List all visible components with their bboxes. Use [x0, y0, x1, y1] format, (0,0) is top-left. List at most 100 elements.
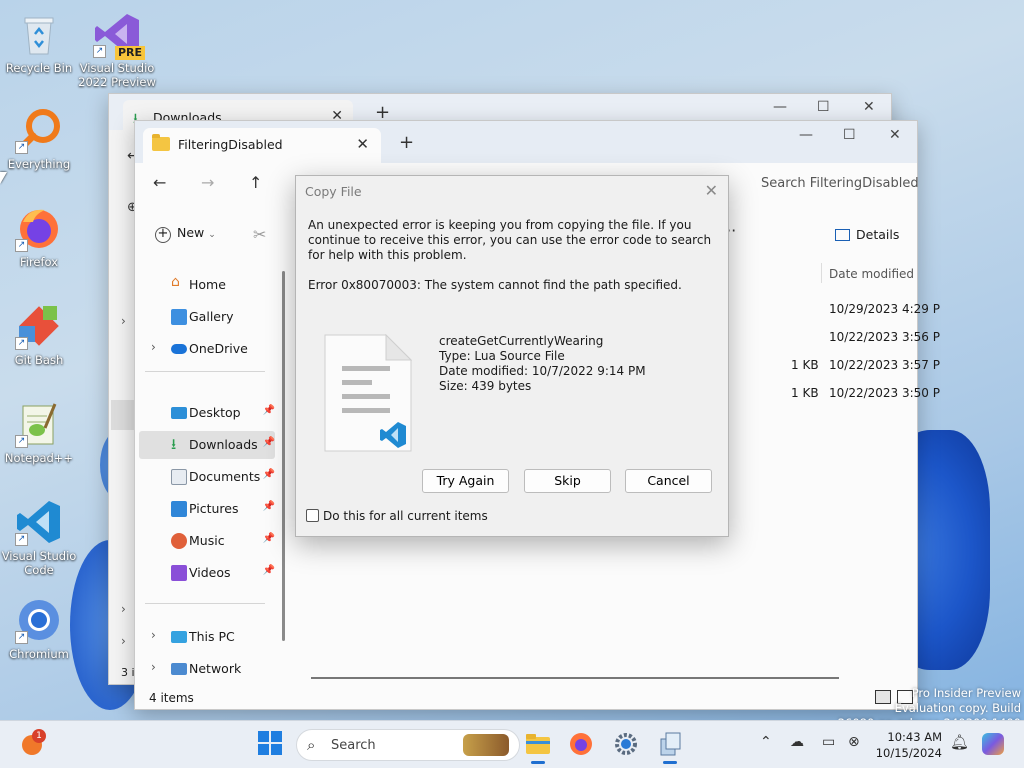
dialog-close-icon[interactable]: ✕	[705, 181, 718, 200]
forward-arrow-icon[interactable]: →	[201, 173, 214, 192]
taskbar-search-box[interactable]: ⌕ Search	[296, 729, 520, 761]
chevron-right-icon[interactable]: ›	[151, 660, 156, 674]
details-label: Details	[856, 227, 900, 242]
status-item-count: 3 i	[121, 666, 135, 679]
chevron-right-icon[interactable]: ›	[151, 340, 156, 354]
checkbox-box[interactable]	[306, 509, 319, 522]
desktop-icon-visual-studio-preview[interactable]: PRE ↗ Visual Studio 2022 Preview	[78, 10, 156, 89]
sidebar-item-downloads[interactable]: ⭳ Downloads 📌	[139, 431, 275, 459]
pin-icon[interactable]: 📌	[263, 437, 275, 448]
firefox-icon: ↗	[15, 204, 63, 252]
videos-icon	[171, 565, 187, 581]
pictures-icon	[171, 501, 187, 517]
pin-icon[interactable]: 📌	[263, 405, 275, 416]
minimize-button[interactable]: —	[799, 127, 813, 143]
horizontal-scrollbar[interactable]	[311, 677, 839, 679]
active-indicator	[663, 761, 677, 764]
desktop-icon-git-bash[interactable]: ↗ Git Bash	[0, 302, 78, 367]
firefox-taskbar-icon[interactable]	[568, 731, 594, 757]
clock-time: 10:43 AM	[887, 730, 942, 744]
column-header-date-modified[interactable]: Date modified	[829, 267, 914, 281]
sidebar-item-this-pc[interactable]: › This PC	[139, 623, 275, 651]
sidebar-item-label: Downloads	[189, 437, 258, 452]
sidebar-item-music[interactable]: Music 📌	[139, 527, 275, 555]
sidebar-item-label: This PC	[189, 629, 235, 644]
desktop-icon-everything[interactable]: ↗ Everything	[0, 106, 78, 171]
cancel-button[interactable]: Cancel	[625, 469, 712, 493]
sidebar-item-desktop[interactable]: Desktop 📌	[139, 399, 275, 427]
pin-icon[interactable]: 📌	[263, 565, 275, 576]
desktop-icon-firefox[interactable]: ↗ Firefox	[0, 204, 78, 269]
mouse-cursor-icon	[0, 172, 7, 184]
gallery-icon	[171, 309, 187, 325]
cloud-offline-icon[interactable]: ☁	[790, 734, 804, 750]
file-copy-taskbar-icon[interactable]	[657, 731, 683, 764]
copilot-icon[interactable]	[982, 733, 1004, 755]
chevron-right-icon[interactable]: ›	[121, 602, 126, 616]
sidebar-item-videos[interactable]: Videos 📌	[139, 559, 275, 587]
desktop-icon-recycle-bin[interactable]: Recycle Bin	[0, 10, 78, 75]
git-bash-icon: ↗	[15, 302, 63, 350]
up-arrow-icon[interactable]: ↑	[249, 173, 262, 192]
skip-button[interactable]: Skip	[524, 469, 611, 493]
search-input[interactable]: Search FilteringDisabled	[761, 176, 919, 191]
chevron-right-icon[interactable]: ›	[121, 634, 126, 648]
pin-icon[interactable]: 📌	[263, 533, 275, 544]
desktop-icon-chromium[interactable]: ↗ Chromium	[0, 596, 78, 661]
desktop-icon-label: Everything	[7, 157, 71, 171]
desktop-icon-vscode[interactable]: ↗ Visual Studio Code	[0, 498, 78, 577]
sidebar-scrollbar[interactable]	[282, 271, 285, 641]
system-clock[interactable]: 10:43 AM 10/15/2024	[874, 729, 942, 761]
minimize-button[interactable]: —	[773, 99, 787, 115]
navigation-pane: ⌂ Home Gallery › OneDrive Desktop 📌 ⭳ Do…	[135, 271, 283, 685]
vscode-icon: ↗	[15, 498, 63, 546]
chevron-right-icon[interactable]: ›	[151, 628, 156, 642]
network-icon	[171, 663, 187, 675]
shortcut-arrow-icon: ↗	[15, 533, 28, 546]
sidebar-item-pictures[interactable]: Pictures 📌	[139, 495, 275, 523]
settings-gear-icon[interactable]	[613, 731, 639, 757]
tab-filteringdisabled[interactable]: FilteringDisabled ✕	[143, 128, 381, 163]
details-button[interactable]: Details	[835, 227, 899, 242]
lua-file-icon	[324, 333, 413, 452]
pin-icon[interactable]: 📌	[263, 501, 275, 512]
sidebar-item-label: Gallery	[189, 309, 234, 324]
widgets-button[interactable]: 1	[20, 729, 46, 757]
sidebar-item-documents[interactable]: Documents 📌	[139, 463, 275, 491]
sidebar-item-gallery[interactable]: Gallery	[139, 303, 275, 331]
visual-studio-icon: PRE ↗	[93, 10, 145, 60]
file-explorer-taskbar-icon[interactable]	[525, 731, 551, 764]
notification-bell-icon[interactable]: 🔔︎	[950, 733, 969, 751]
desktop-icon-notepad-plus-plus[interactable]: ↗ Notepad++	[0, 400, 78, 465]
search-icon: ⌕	[307, 736, 316, 754]
desktop-icon-label: Chromium	[9, 647, 69, 661]
copy-file-dialog[interactable]: Copy File ✕ An unexpected error is keepi…	[295, 175, 729, 537]
sidebar-item-label: Pictures	[189, 501, 239, 516]
start-button[interactable]	[258, 731, 284, 757]
file-date: 10/29/2023 4:29 P	[829, 302, 940, 316]
plus-icon: +	[155, 227, 171, 243]
sidebar-item-onedrive[interactable]: › OneDrive	[139, 335, 275, 363]
sidebar-item-home[interactable]: ⌂ Home	[139, 271, 275, 299]
do-this-for-all-checkbox[interactable]: Do this for all current items	[306, 509, 488, 523]
sidebar-item-network[interactable]: › Network	[139, 655, 275, 683]
display-icon[interactable]: ▭	[822, 734, 835, 750]
preview-badge: PRE	[114, 46, 145, 60]
close-button[interactable]: ✕	[889, 127, 901, 143]
close-button[interactable]: ✕	[863, 99, 875, 115]
maximize-button[interactable]: ☐	[843, 127, 856, 143]
sidebar-item-label: Network	[189, 661, 242, 676]
chevron-up-icon[interactable]: ⌃	[760, 734, 772, 750]
try-again-button[interactable]: Try Again	[422, 469, 509, 493]
maximize-button[interactable]: ☐	[817, 99, 830, 115]
folder-icon	[152, 134, 170, 151]
cut-icon[interactable]: ✂	[253, 225, 266, 244]
desktop-icon-label: Notepad++	[4, 451, 74, 465]
pin-icon[interactable]: 📌	[263, 469, 275, 480]
back-arrow-icon[interactable]: ←	[153, 173, 166, 192]
tab-close-icon[interactable]: ✕	[356, 135, 369, 153]
network-disconnected-icon[interactable]: ⊗	[848, 734, 860, 750]
chevron-right-icon[interactable]: ›	[121, 314, 126, 328]
new-button[interactable]: + New ⌄	[155, 225, 216, 243]
new-tab-button[interactable]: +	[399, 132, 414, 153]
